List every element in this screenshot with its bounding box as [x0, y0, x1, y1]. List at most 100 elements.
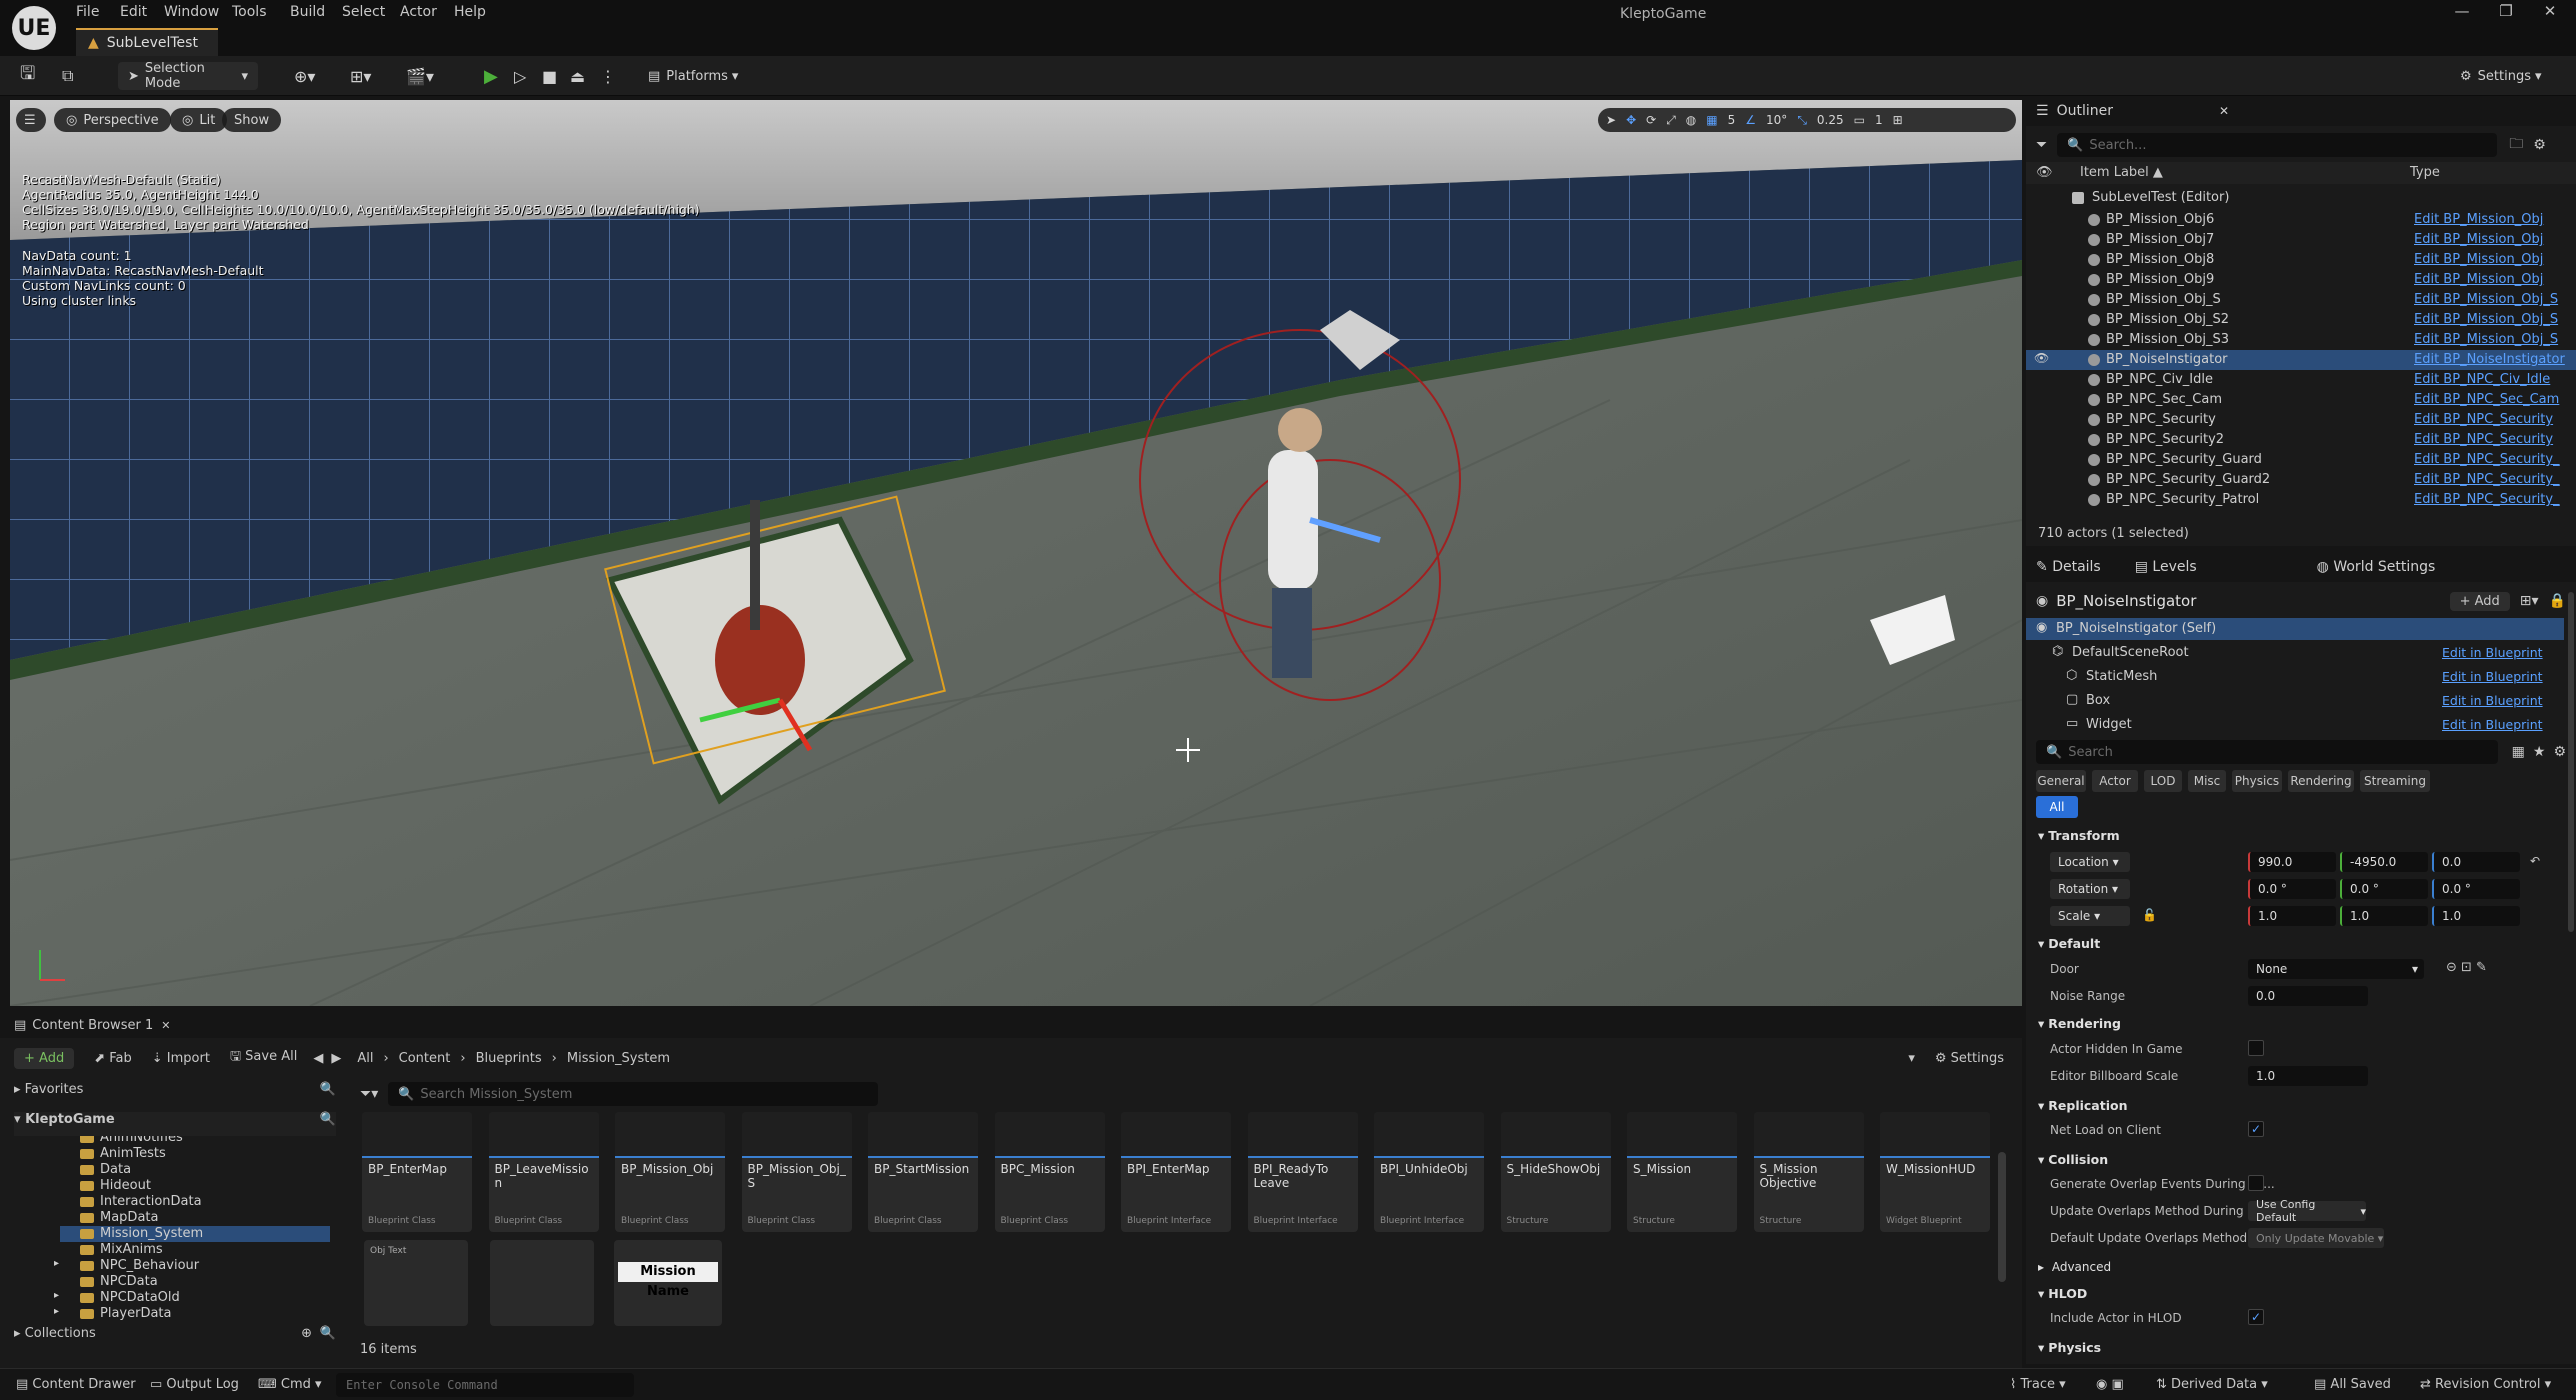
- outliner-row[interactable]: BP_NPC_Sec_Cam Edit BP_NPC_Sec_Cam: [2026, 390, 2576, 410]
- outliner-row-type-link[interactable]: Edit BP_NPC_Security_: [2414, 452, 2572, 467]
- physics-section[interactable]: ▾ Physics: [2026, 1336, 2564, 1358]
- reset-icon[interactable]: ↶: [2530, 854, 2540, 868]
- folder-item[interactable]: Mission_System: [60, 1226, 330, 1242]
- outliner-row[interactable]: BP_Mission_Obj_S3 Edit BP_Mission_Obj_S: [2026, 330, 2576, 350]
- history-back-icon[interactable]: ◀: [313, 1051, 323, 1066]
- outliner-row[interactable]: BP_Mission_Obj_S2 Edit BP_Mission_Obj_S: [2026, 310, 2576, 330]
- outliner-row-type-link[interactable]: Edit BP_Mission_Obj: [2414, 252, 2572, 267]
- folder-item[interactable]: InteractionData: [80, 1194, 330, 1210]
- viewport-scene[interactable]: [10, 100, 2022, 1006]
- folder-add-icon[interactable]: 🗀: [2509, 133, 2523, 157]
- category-lod[interactable]: LOD: [2144, 770, 2182, 792]
- scale-x-field[interactable]: 1.0: [2248, 906, 2336, 926]
- outliner-row-type-link[interactable]: Edit BP_NPC_Security: [2414, 412, 2572, 427]
- revision-control-button[interactable]: ⇄ Revision Control ▾: [2420, 1377, 2551, 1392]
- generate-overlap-checkbox[interactable]: [2248, 1175, 2264, 1191]
- scale-y-field[interactable]: 1.0: [2340, 906, 2428, 926]
- add-button[interactable]: + Add: [14, 1047, 75, 1069]
- outliner-row[interactable]: BP_NPC_Security_Guard Edit BP_NPC_Securit…: [2026, 450, 2576, 470]
- component-row[interactable]: ▢ Box Edit in Blueprint: [2026, 690, 2564, 712]
- filter-icon[interactable]: ⏷▾: [360, 1086, 378, 1102]
- scale-snap-value[interactable]: 0.25: [1817, 113, 1844, 127]
- scale-lock-icon[interactable]: 🔓: [2142, 908, 2157, 922]
- grid-snap-icon[interactable]: ▦: [1706, 113, 1717, 127]
- rotation-z-field[interactable]: 0.0 °: [2432, 879, 2520, 899]
- content-icon[interactable]: ⧉: [62, 62, 73, 90]
- outliner-row[interactable]: BP_Mission_Obj_S Edit BP_Mission_Obj_S: [2026, 290, 2576, 310]
- asset-tile[interactable]: S_HideShowObj Structure: [1500, 1112, 1611, 1232]
- unreal-logo-icon[interactable]: UE: [12, 6, 56, 50]
- derived-data-button[interactable]: ⇅ Derived Data ▾: [2156, 1377, 2268, 1392]
- outliner-search-input[interactable]: 🔍 Search...: [2057, 133, 2498, 157]
- close-button[interactable]: ✕: [2530, 2, 2570, 24]
- console-input[interactable]: Enter Console Command: [336, 1373, 634, 1397]
- output-log-button[interactable]: ▭ Output Log: [150, 1377, 239, 1392]
- location-mode-dropdown[interactable]: Location ▾: [2050, 852, 2130, 872]
- folder-item[interactable]: AnimTests: [80, 1146, 330, 1162]
- menu-window[interactable]: Window: [164, 4, 219, 20]
- maximize-viewport-icon[interactable]: ⊞: [1893, 113, 1903, 127]
- asset-tile[interactable]: BPI_ReadyTo Leave Blueprint Interface: [1247, 1112, 1358, 1232]
- category-actor[interactable]: Actor: [2092, 770, 2138, 792]
- folder-item[interactable]: ▸ NPC_Behaviour: [54, 1258, 330, 1274]
- transform-section[interactable]: ▾ Transform: [2026, 824, 2564, 846]
- outliner-row-type-link[interactable]: Edit BP_Mission_Obj: [2414, 212, 2572, 227]
- asset-search-input[interactable]: 🔍 Search Mission_System: [388, 1082, 879, 1106]
- all-saved-button[interactable]: ▤ All Saved: [2314, 1377, 2391, 1392]
- outliner-row-type-link[interactable]: Edit BP_NPC_Civ_Idle: [2414, 372, 2572, 387]
- import-button[interactable]: ⇣ Import: [152, 1051, 210, 1066]
- settings-dropdown[interactable]: ⚙ Settings ▾: [2460, 62, 2542, 90]
- menu-file[interactable]: File: [76, 4, 99, 20]
- outliner-row[interactable]: BP_NPC_Civ_Idle Edit BP_NPC_Civ_Idle: [2026, 370, 2576, 390]
- edit-in-blueprint-link[interactable]: Edit in Blueprint: [2442, 693, 2543, 708]
- outliner-row[interactable]: BP_Mission_Obj8 Edit BP_Mission_Obj: [2026, 250, 2576, 270]
- asset-tile[interactable]: BP_LeaveMission Blueprint Class: [488, 1112, 599, 1232]
- category-general[interactable]: General: [2036, 770, 2086, 792]
- visibility-icon[interactable]: 👁: [2034, 351, 2049, 365]
- rendering-section[interactable]: ▾ Rendering: [2026, 1012, 2564, 1034]
- rotation-x-field[interactable]: 0.0 °: [2248, 879, 2336, 899]
- maximize-button[interactable]: ❐: [2486, 2, 2526, 24]
- asset-scrollbar[interactable]: [1998, 1152, 2006, 1282]
- hlod-section[interactable]: ▾ HLOD: [2026, 1282, 2564, 1304]
- asset-tile[interactable]: S_Mission Objective Structure: [1753, 1112, 1864, 1232]
- cmd-dropdown[interactable]: ⌨ Cmd ▾: [258, 1377, 322, 1392]
- show-button[interactable]: Show: [222, 108, 282, 132]
- location-y-field[interactable]: -4950.0: [2340, 852, 2428, 872]
- content-browser-tab[interactable]: ▤ Content Browser 1 ✕: [0, 1012, 2022, 1038]
- details-search-input[interactable]: 🔍 Search: [2036, 740, 2498, 764]
- menu-select[interactable]: Select: [342, 4, 385, 20]
- camera-speed-icon[interactable]: ▭: [1854, 113, 1865, 127]
- outliner-row-type-link[interactable]: Edit BP_Mission_Obj: [2414, 272, 2572, 287]
- rotation-y-field[interactable]: 0.0 °: [2340, 879, 2428, 899]
- component-row[interactable]: ⬡ StaticMesh Edit in Blueprint: [2026, 666, 2564, 688]
- folder-item[interactable]: Data: [80, 1162, 330, 1178]
- record-icons[interactable]: ◉ ▣: [2096, 1377, 2124, 1392]
- outliner-row[interactable]: BP_NPC_Security2 Edit BP_NPC_Security: [2026, 430, 2576, 450]
- minimize-button[interactable]: —: [2442, 2, 2482, 24]
- asset-tile[interactable]: [490, 1240, 594, 1326]
- type-column[interactable]: Type: [2410, 165, 2440, 180]
- billboard-scale-field[interactable]: 1.0: [2248, 1066, 2368, 1086]
- folder-item[interactable]: ▸ PlayerData: [54, 1306, 330, 1322]
- blueprint-icon[interactable]: ⊞▾: [350, 62, 371, 90]
- collections-header[interactable]: ▸ Collections ⊕ 🔍: [14, 1326, 336, 1348]
- outliner-row-type-link[interactable]: Edit BP_NPC_Security: [2414, 432, 2572, 447]
- outliner-row[interactable]: BP_NoiseInstigator Edit BP_NoiseInstigato…: [2026, 350, 2576, 370]
- settings-button[interactable]: ⚙ Settings: [1935, 1051, 2004, 1066]
- asset-tile[interactable]: W_MissionHUD Widget Blueprint: [1880, 1112, 1990, 1232]
- rotate-icon[interactable]: ⟳: [1646, 113, 1656, 127]
- angle-snap-icon[interactable]: ∠: [1745, 113, 1756, 127]
- breadcrumb-mission-system[interactable]: Mission_System: [567, 1051, 670, 1066]
- level-tab[interactable]: ▲ SubLevelTest: [76, 28, 218, 56]
- replication-section[interactable]: ▾ Replication: [2026, 1094, 2564, 1116]
- breadcrumb-blueprints[interactable]: Blueprints: [476, 1051, 542, 1066]
- details-tab[interactable]: ✎ Details: [2036, 559, 2101, 575]
- actor-hidden-checkbox[interactable]: [2248, 1040, 2264, 1056]
- scale-icon[interactable]: ⤢: [1666, 113, 1676, 128]
- save-icon[interactable]: 🖫: [20, 62, 35, 90]
- visibility-icon[interactable]: 👁: [2036, 165, 2053, 180]
- outliner-row-type-link[interactable]: Edit BP_Mission_Obj_S: [2414, 292, 2572, 307]
- asset-tile[interactable]: BP_StartMission Blueprint Class: [868, 1112, 978, 1232]
- levels-tab[interactable]: ▤ Levels: [2135, 559, 2197, 575]
